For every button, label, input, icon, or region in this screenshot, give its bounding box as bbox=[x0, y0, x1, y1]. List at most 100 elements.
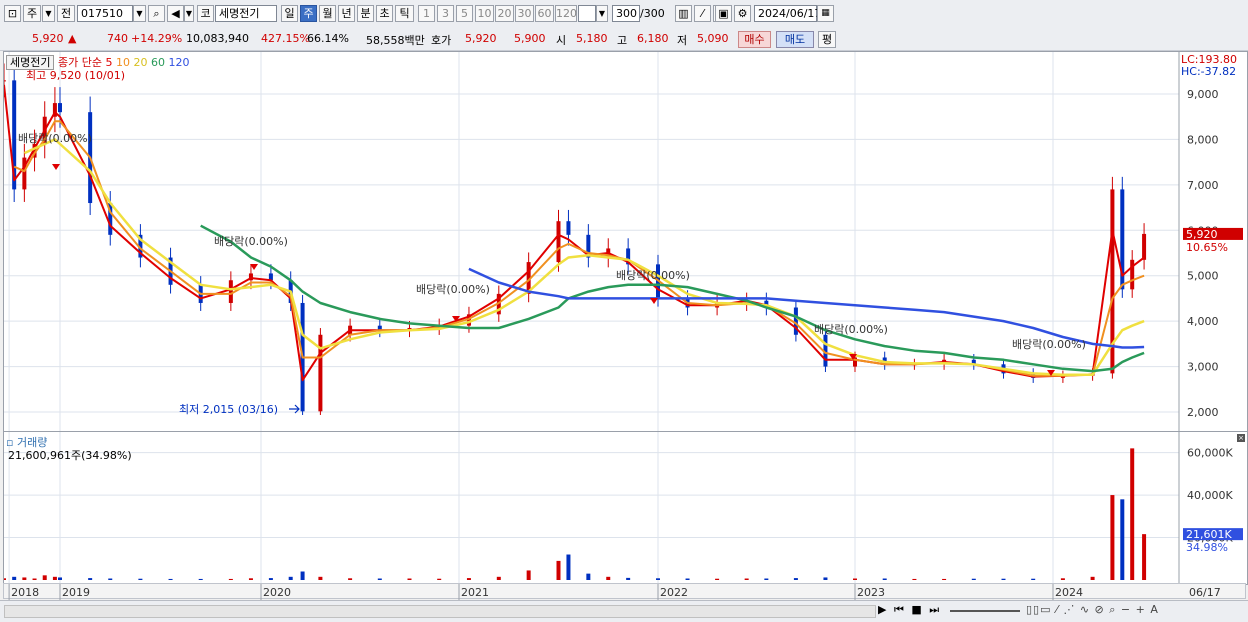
interval-1[interactable]: 1 bbox=[418, 5, 435, 22]
volume-bar bbox=[971, 578, 976, 580]
price-change-pct: +14.29% bbox=[131, 32, 183, 45]
type-badge: 코 bbox=[197, 5, 214, 22]
line-tool-icon[interactable]: ⁄ bbox=[694, 5, 711, 22]
gear-icon[interactable]: ⚙ bbox=[734, 5, 751, 22]
speaker-dropdown-icon[interactable]: ▼ bbox=[184, 5, 194, 22]
volume-bar bbox=[656, 578, 660, 580]
ask-price: 5,920 bbox=[465, 32, 497, 45]
price-tick-label: 3,000 bbox=[1187, 361, 1219, 374]
interval-10[interactable]: 10 bbox=[475, 5, 494, 22]
price-tick-label: 8,000 bbox=[1187, 133, 1219, 146]
volume-bar bbox=[108, 578, 113, 580]
x-right-label: 06/17 bbox=[1189, 586, 1221, 599]
period-tick[interactable]: 틱 bbox=[395, 5, 414, 22]
interval-20[interactable]: 20 bbox=[495, 5, 514, 22]
interval-120[interactable]: 120 bbox=[555, 5, 577, 22]
period-second[interactable]: 초 bbox=[376, 5, 393, 22]
close-icon[interactable]: × bbox=[1237, 434, 1245, 442]
save-icon[interactable]: ▣ bbox=[715, 5, 732, 22]
volume-bar bbox=[912, 578, 917, 580]
period-year[interactable]: 년 bbox=[338, 5, 355, 22]
high-price: 6,180 bbox=[637, 32, 669, 45]
tool-icons[interactable]: ▯▯▭ ⁄ ⋰ ∿ ⊘ ⌕ − + A bbox=[1026, 603, 1159, 617]
prev-button[interactable]: 전 bbox=[57, 5, 75, 22]
count-total: /300 bbox=[640, 7, 665, 20]
trade-amount: 58,558백만 bbox=[366, 34, 425, 47]
volume-bar bbox=[377, 578, 382, 580]
volume-bar bbox=[198, 578, 203, 580]
volume-bar bbox=[288, 576, 293, 580]
candle-icon[interactable]: ▥ bbox=[675, 5, 692, 22]
candle-body bbox=[228, 280, 233, 303]
legend-ma60: 60 bbox=[150, 56, 165, 69]
volume-bar bbox=[1090, 576, 1095, 580]
eval-button[interactable]: 평 bbox=[818, 31, 836, 48]
horizontal-scrollbar[interactable] bbox=[4, 605, 876, 618]
interval-custom-input[interactable] bbox=[578, 5, 596, 22]
ma20-line bbox=[23, 138, 1145, 376]
period-week[interactable]: 주 bbox=[300, 5, 317, 22]
period-day[interactable]: 일 bbox=[281, 5, 298, 22]
sell-button[interactable]: 매도 bbox=[776, 31, 814, 48]
buy-button[interactable]: 매수 bbox=[738, 31, 771, 48]
calendar-icon[interactable]: ▦ bbox=[817, 5, 834, 22]
volume-bar bbox=[138, 578, 143, 580]
volume-bar bbox=[1142, 534, 1147, 580]
volume-bar bbox=[228, 578, 233, 580]
code-dropdown-icon[interactable]: ▼ bbox=[133, 5, 146, 22]
volume-bar bbox=[268, 578, 273, 580]
volume-tick-label: 60,000K bbox=[1187, 447, 1233, 460]
dividend-label: 배당락(0.00%) bbox=[616, 269, 690, 282]
market-select[interactable]: 주 bbox=[23, 5, 41, 22]
current-price-label: 5,920 bbox=[1186, 228, 1218, 241]
nav-controls[interactable]: ▶ ⏮ ■ ⏭ bbox=[878, 603, 941, 617]
high-marker-label: 최고 9,520 (10/01) bbox=[26, 69, 126, 82]
volume-bar bbox=[744, 578, 749, 580]
dividend-label: 배당락(0.00%) bbox=[214, 235, 288, 248]
speaker-icon[interactable]: ◀ bbox=[167, 5, 184, 22]
interval-60[interactable]: 60 bbox=[535, 5, 554, 22]
date-input[interactable]: 2024/06/17 bbox=[754, 5, 821, 22]
toolbar: ⊡ 주 ▼ 전 017510 ▼ ⌕ ◀ ▼ 코 세명전기 일 주 월 년 분 … bbox=[0, 0, 1248, 29]
search-icon[interactable]: ⌕ bbox=[148, 5, 165, 22]
count-input[interactable]: 300 bbox=[612, 5, 640, 22]
volume-bar bbox=[823, 577, 828, 580]
window-icon[interactable]: ⊡ bbox=[4, 5, 21, 22]
volume-bar bbox=[52, 576, 57, 580]
interval-dropdown-icon[interactable]: ▼ bbox=[596, 5, 608, 22]
volume-bar bbox=[685, 578, 690, 580]
x-tick-label: 2023 bbox=[857, 586, 885, 599]
volume-bar bbox=[586, 573, 591, 580]
volume-bar bbox=[407, 578, 412, 580]
interval-30[interactable]: 30 bbox=[515, 5, 534, 22]
period-month[interactable]: 월 bbox=[319, 5, 336, 22]
bottom-bar: ▶ ⏮ ■ ⏭ ▯▯▭ ⁄ ⋰ ∿ ⊘ ⌕ − + A bbox=[0, 600, 1248, 622]
price-tick-label: 2,000 bbox=[1187, 406, 1219, 419]
interval-3[interactable]: 3 bbox=[437, 5, 454, 22]
volume-bar bbox=[248, 578, 253, 580]
volume-panel[interactable]: 60,000K40,000K20,000K21,601K34.98% ▫ 거래량… bbox=[3, 431, 1248, 585]
price-panel[interactable]: 9,0008,0007,0006,0005,0004,0003,0002,000… bbox=[3, 51, 1248, 433]
code-input[interactable]: 017510 bbox=[77, 5, 133, 22]
interval-5[interactable]: 5 bbox=[456, 5, 473, 22]
volume-bar bbox=[496, 576, 501, 580]
price-chart[interactable]: 9,0008,0007,0006,0005,0004,0003,0002,000… bbox=[4, 52, 1247, 432]
volume-ratio: 427.15% bbox=[261, 32, 310, 45]
stock-name-field[interactable]: 세명전기 bbox=[215, 5, 277, 22]
x-tick-label: 2024 bbox=[1055, 586, 1083, 599]
volume-bar bbox=[300, 571, 305, 580]
x-axis: 2018 2019 2020 2021 2022 2023 2024 06/17 bbox=[3, 583, 1246, 600]
dividend-arrow-icon bbox=[650, 298, 658, 304]
volume-bar bbox=[793, 578, 798, 580]
ma10-line bbox=[13, 120, 1145, 377]
volume-bar bbox=[626, 577, 631, 580]
up-arrow-icon: ▲ bbox=[68, 32, 77, 45]
hc-label: HC:-37.82 bbox=[1181, 65, 1237, 78]
volume-chart[interactable]: 60,000K40,000K20,000K21,601K34.98% bbox=[4, 432, 1247, 584]
low-marker-label: 최저 2,015 (03/16) bbox=[179, 403, 278, 416]
volume-bar bbox=[882, 578, 887, 580]
zoom-slider[interactable] bbox=[950, 610, 1020, 612]
dividend-label: 배당락(0.00%) bbox=[18, 132, 92, 145]
market-dropdown-icon[interactable]: ▼ bbox=[42, 5, 55, 22]
period-minute[interactable]: 분 bbox=[357, 5, 374, 22]
